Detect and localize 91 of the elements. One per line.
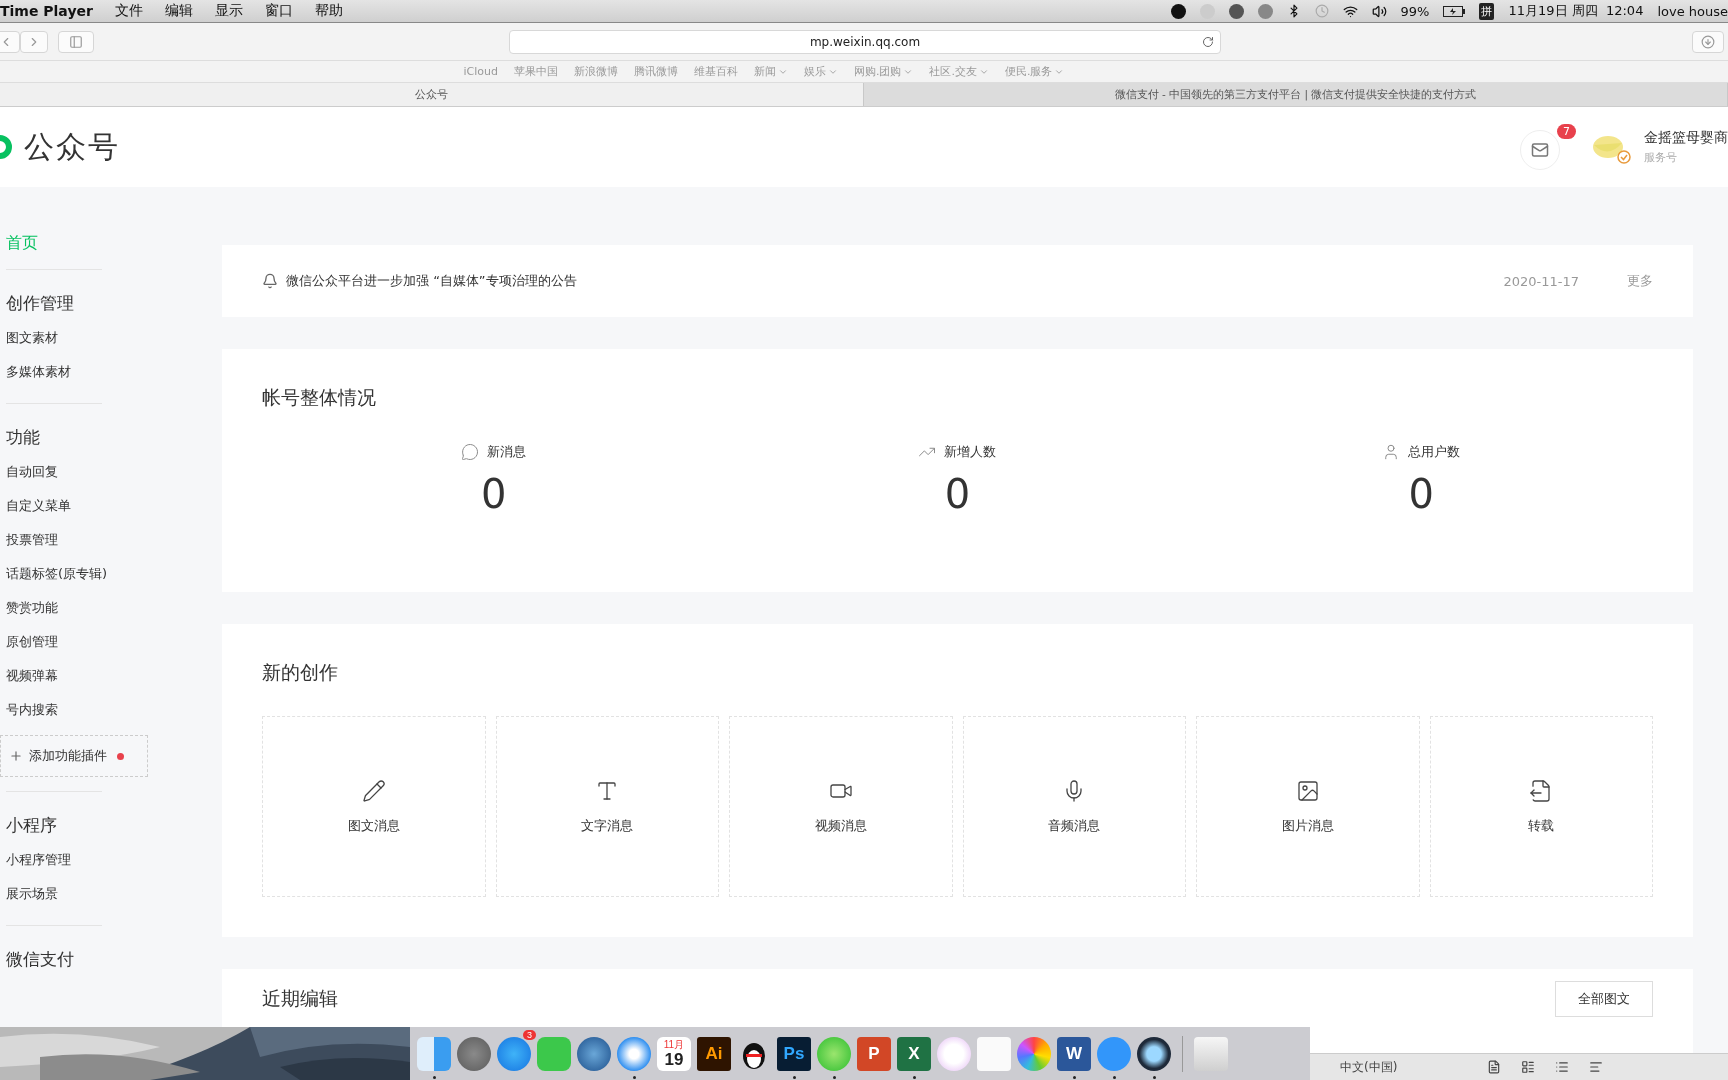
create-tile[interactable]: 音频消息 <box>962 716 1186 897</box>
stat-label: 新消息 <box>487 443 527 461</box>
stat-label: 总用户数 <box>1408 443 1461 461</box>
create-tile[interactable]: 文字消息 <box>495 716 719 897</box>
sidebar-heading: 微信支付 <box>6 948 74 971</box>
stat-value: 0 <box>481 471 507 517</box>
menu-item[interactable]: 窗口 <box>264 2 293 20</box>
layout-view-icon[interactable] <box>1521 1060 1536 1074</box>
app-icon[interactable] <box>1137 1036 1171 1071</box>
sidebar-item[interactable]: 多媒体素材 <box>6 355 71 389</box>
running-indicator <box>1072 1076 1076 1079</box>
all-articles-button[interactable]: 全部图文 <box>1555 981 1653 1017</box>
create-tile[interactable]: 图文消息 <box>262 716 486 897</box>
account-type: 服务号 <box>1644 150 1678 165</box>
create-tile[interactable]: 视频消息 <box>729 716 953 897</box>
download-icon <box>1701 34 1715 49</box>
sidebar-item[interactable]: 投票管理 <box>6 523 58 557</box>
menu-item[interactable]: 编辑 <box>164 2 193 20</box>
menu-item[interactable]: 帮助 <box>314 2 343 20</box>
sidebar-item[interactable]: 赞赏功能 <box>6 591 58 625</box>
app-icon[interactable]: X <box>897 1036 931 1071</box>
wifi-icon[interactable] <box>1342 3 1358 19</box>
running-indicator <box>1112 1076 1116 1079</box>
running-indicator <box>792 1076 796 1079</box>
app-name[interactable]: Time Player <box>0 3 93 19</box>
sidebar-heading: 小程序 <box>6 814 57 837</box>
sidebar-item[interactable]: 原创管理 <box>6 625 58 659</box>
page-view-icon[interactable] <box>1487 1060 1502 1074</box>
menu-item[interactable]: 文件 <box>114 2 143 20</box>
running-indicator <box>432 1076 436 1079</box>
stat-value: 0 <box>1408 471 1434 517</box>
input-method[interactable]: 拼 <box>1479 2 1495 20</box>
running-indicator <box>1152 1076 1156 1079</box>
address-field[interactable]: mp.weixin.qq.com <box>509 29 1221 54</box>
sidebar-item[interactable]: 视频弹幕 <box>6 659 58 693</box>
draft-view-icon[interactable] <box>1589 1060 1604 1074</box>
plus-icon <box>9 749 23 763</box>
pencil-icon <box>361 778 386 803</box>
sidebar-item[interactable]: 自定义菜单 <box>6 489 71 523</box>
back-button[interactable] <box>0 30 20 53</box>
add-plugin-button[interactable]: 添加功能插件 <box>0 735 148 777</box>
app-icon[interactable]: 11月 19 <box>657 1036 691 1071</box>
create-tile[interactable]: 转载 <box>1429 716 1653 897</box>
running-indicator <box>632 1076 636 1079</box>
running-indicator <box>832 1076 836 1079</box>
battery-icon[interactable] <box>1443 5 1466 17</box>
forward-button[interactable] <box>20 30 48 53</box>
chat-bubble-icon <box>461 443 480 461</box>
create-tile[interactable]: 图片消息 <box>1196 716 1420 897</box>
status-icon[interactable] <box>1170 3 1186 19</box>
language-label[interactable]: 中文(中国) <box>1340 1058 1398 1076</box>
clock[interactable]: 11月19日 周四 12:04 <box>1508 2 1644 20</box>
app-badge: 3 <box>523 1030 536 1040</box>
user-name[interactable]: love house <box>1657 3 1728 19</box>
stat-value: 0 <box>944 471 971 517</box>
card-title: 帐号整体情况 <box>262 385 377 410</box>
menu-item[interactable]: 显示 <box>214 2 243 20</box>
download-button[interactable] <box>1692 30 1724 53</box>
volume-icon[interactable] <box>1371 3 1387 19</box>
card-title: 新的创作 <box>262 660 339 685</box>
bell-icon <box>262 273 278 289</box>
notice-date: 2020-11-17 <box>1503 273 1579 289</box>
image-icon <box>1295 778 1320 803</box>
app-icon[interactable]: P <box>857 1036 891 1071</box>
reload-icon[interactable] <box>1202 35 1214 48</box>
running-indicator <box>912 1076 916 1079</box>
sidebar-item[interactable]: 话题标签(原专辑) <box>6 557 108 591</box>
notice-link[interactable]: 微信公众平台进一步加强 “自媒体”专项治理的公告 <box>286 272 577 290</box>
sidebar-heading: 功能 <box>6 426 40 449</box>
card-title: 近期编辑 <box>262 986 338 1011</box>
notification-badge: 7 <box>1557 124 1576 139</box>
sidebar-item[interactable]: 号内搜索 <box>6 693 58 727</box>
sidebar-button[interactable] <box>58 30 94 53</box>
sidebar-item[interactable]: 展示场景 <box>6 877 58 911</box>
app-icon[interactable]: W <box>1057 1036 1091 1071</box>
envelope-icon <box>1531 141 1549 159</box>
sidebar-item[interactable]: 自动回复 <box>6 455 58 489</box>
clock-icon[interactable] <box>1314 4 1329 18</box>
sidebar-heading: 创作管理 <box>6 292 74 315</box>
stat-label: 新增人数 <box>944 443 997 461</box>
sidebar-icon <box>69 34 83 49</box>
sidebar-item[interactable]: 小程序管理 <box>6 843 71 877</box>
browser-tab[interactable]: 公众号 <box>0 83 864 106</box>
app-icon[interactable]: Ps <box>777 1036 811 1071</box>
browser-tab[interactable]: 微信支付 - 中国领先的第三方支付平台 | 微信支付提供安全快捷的支付方式 <box>864 83 1728 106</box>
battery-percent: 99% <box>1400 3 1430 19</box>
outline-view-icon[interactable] <box>1555 1060 1570 1074</box>
sidebar-item[interactable]: 图文素材 <box>6 321 58 355</box>
logo-text[interactable]: 公众号 <box>24 126 120 168</box>
app-icon[interactable]: Ai <box>697 1036 731 1071</box>
account-name[interactable]: 金摇篮母婴商 <box>1644 129 1728 147</box>
